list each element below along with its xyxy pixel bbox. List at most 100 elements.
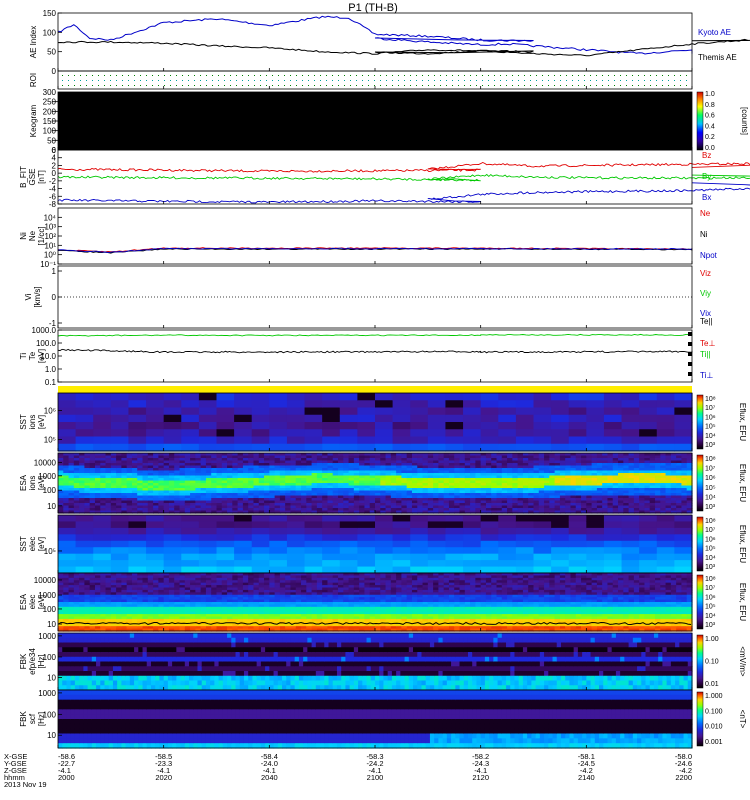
- sst-elec-cell: [603, 560, 623, 568]
- sst-ions-cell: [656, 429, 675, 438]
- colorbar-8: [696, 454, 704, 512]
- legend-ti-perp: Ti⊥: [700, 371, 713, 380]
- sst-ions-cell: [392, 400, 411, 409]
- ylabel-7-0: SST: [19, 414, 28, 430]
- sst-elec-cell: [410, 560, 429, 568]
- sst-ions-cell: [445, 393, 464, 401]
- colorbar-7: [696, 394, 704, 450]
- roi-dot: [674, 85, 675, 86]
- legend-v-1: Viy: [700, 289, 711, 298]
- roi-dot: [440, 80, 441, 81]
- cbar-label-2: [counts]: [740, 107, 749, 135]
- sst-ions-cell: [568, 436, 587, 445]
- ytick-label-2-0: 300: [43, 88, 57, 97]
- sst-ions-cell: [427, 414, 447, 423]
- sst-elec-cell: [269, 560, 288, 568]
- sst-ions-cell: [322, 443, 341, 452]
- sst-ions-cell: [286, 443, 306, 452]
- roi-dot: [86, 85, 87, 86]
- roi-dot: [356, 75, 357, 76]
- sst-elec-cell: [216, 547, 235, 555]
- roi-dot: [650, 85, 651, 86]
- sst-elec-cell: [198, 515, 218, 523]
- roi-dot: [332, 85, 333, 86]
- sst-ions-cell: [93, 407, 112, 416]
- sst-elec-cell: [286, 515, 306, 523]
- sst-ions-cell: [463, 422, 482, 430]
- roi-dot: [290, 80, 291, 81]
- sst-elec-cell: [128, 553, 147, 561]
- cbar-tick-9-4: 10⁴: [705, 555, 716, 562]
- sst-elec-cell: [674, 547, 693, 555]
- sst-elec-cell: [586, 553, 605, 561]
- legend-ni: Ni: [700, 230, 708, 239]
- legend-ne: Ne: [700, 209, 711, 218]
- cbar-tick-7-4: 10⁴: [705, 433, 716, 440]
- sst-elec-cell: [498, 515, 517, 523]
- sst-ions-cell: [515, 422, 535, 430]
- sst-ions-cell: [533, 414, 552, 423]
- roi-dot: [662, 75, 663, 76]
- roi-dot: [164, 80, 165, 81]
- roi-dot: [368, 85, 369, 86]
- sst-ions-cell: [533, 429, 552, 438]
- sst-ions-cell: [269, 429, 288, 438]
- sst-ions-cell: [146, 407, 165, 416]
- cbar-tick-2-1: 0.8: [705, 102, 715, 109]
- roi-dot: [194, 85, 195, 86]
- sst-elec-cell: [463, 534, 482, 542]
- sst-ions-cell: [551, 436, 570, 445]
- sst-elec-cell: [551, 515, 570, 523]
- ytick-label-2-3: 150: [43, 117, 57, 126]
- sst-elec-cell: [110, 540, 130, 548]
- sst-elec-cell: [427, 566, 447, 574]
- sst-ions-cell: [656, 400, 675, 409]
- sst-ions-cell: [181, 436, 200, 445]
- sst-elec-cell: [498, 527, 517, 535]
- roi-dot: [584, 80, 585, 81]
- sst-ions-cell: [656, 436, 675, 445]
- sst-elec-cell: [110, 534, 130, 542]
- sst-elec-cell: [515, 540, 535, 548]
- sst-elec-cell: [568, 515, 587, 523]
- sst-elec-cell: [410, 553, 429, 561]
- roi-dot: [536, 75, 537, 76]
- roi-dot: [302, 80, 303, 81]
- roi-dot: [620, 75, 621, 76]
- sst-ions-cell: [269, 407, 288, 416]
- sst-ions-cell: [498, 407, 517, 416]
- sst-ions-cell: [357, 429, 376, 438]
- roi-dot: [248, 80, 249, 81]
- sst-elec-cell: [322, 527, 341, 535]
- sst-ions-cell: [304, 436, 323, 445]
- sst-elec-cell: [304, 566, 323, 574]
- roi-dot: [326, 80, 327, 81]
- sst-ions-cell: [269, 393, 288, 401]
- sst-elec-cell: [375, 521, 394, 529]
- roi-dot: [398, 80, 399, 81]
- sst-elec-cell: [392, 515, 411, 523]
- sst-elec-cell: [75, 521, 94, 529]
- roi-dot: [644, 85, 645, 86]
- sst-ions-cell: [93, 422, 112, 430]
- sst-elec-cell: [357, 521, 376, 529]
- roi-dot: [326, 75, 327, 76]
- roi-dot: [368, 75, 369, 76]
- sst-ions-cell: [375, 407, 394, 416]
- roi-dot: [308, 85, 309, 86]
- sst-ions-cell: [128, 422, 147, 430]
- sst-ions-cell: [286, 429, 306, 438]
- ylabel-0-0: AE Index: [29, 26, 38, 58]
- sst-elec-cell: [181, 547, 200, 555]
- ytick-label-6-2: 10.0: [40, 352, 56, 361]
- roi-dot: [416, 85, 417, 86]
- roi-dot: [686, 75, 687, 76]
- sst-ions-cell: [110, 407, 130, 416]
- roi-dot: [242, 85, 243, 86]
- sst-ions-cell: [93, 414, 112, 423]
- roi-dot: [638, 80, 639, 81]
- roi-dot: [284, 75, 285, 76]
- sst-elec-cell: [480, 566, 499, 574]
- roi-dot: [206, 85, 207, 86]
- sst-elec-cell: [515, 560, 535, 568]
